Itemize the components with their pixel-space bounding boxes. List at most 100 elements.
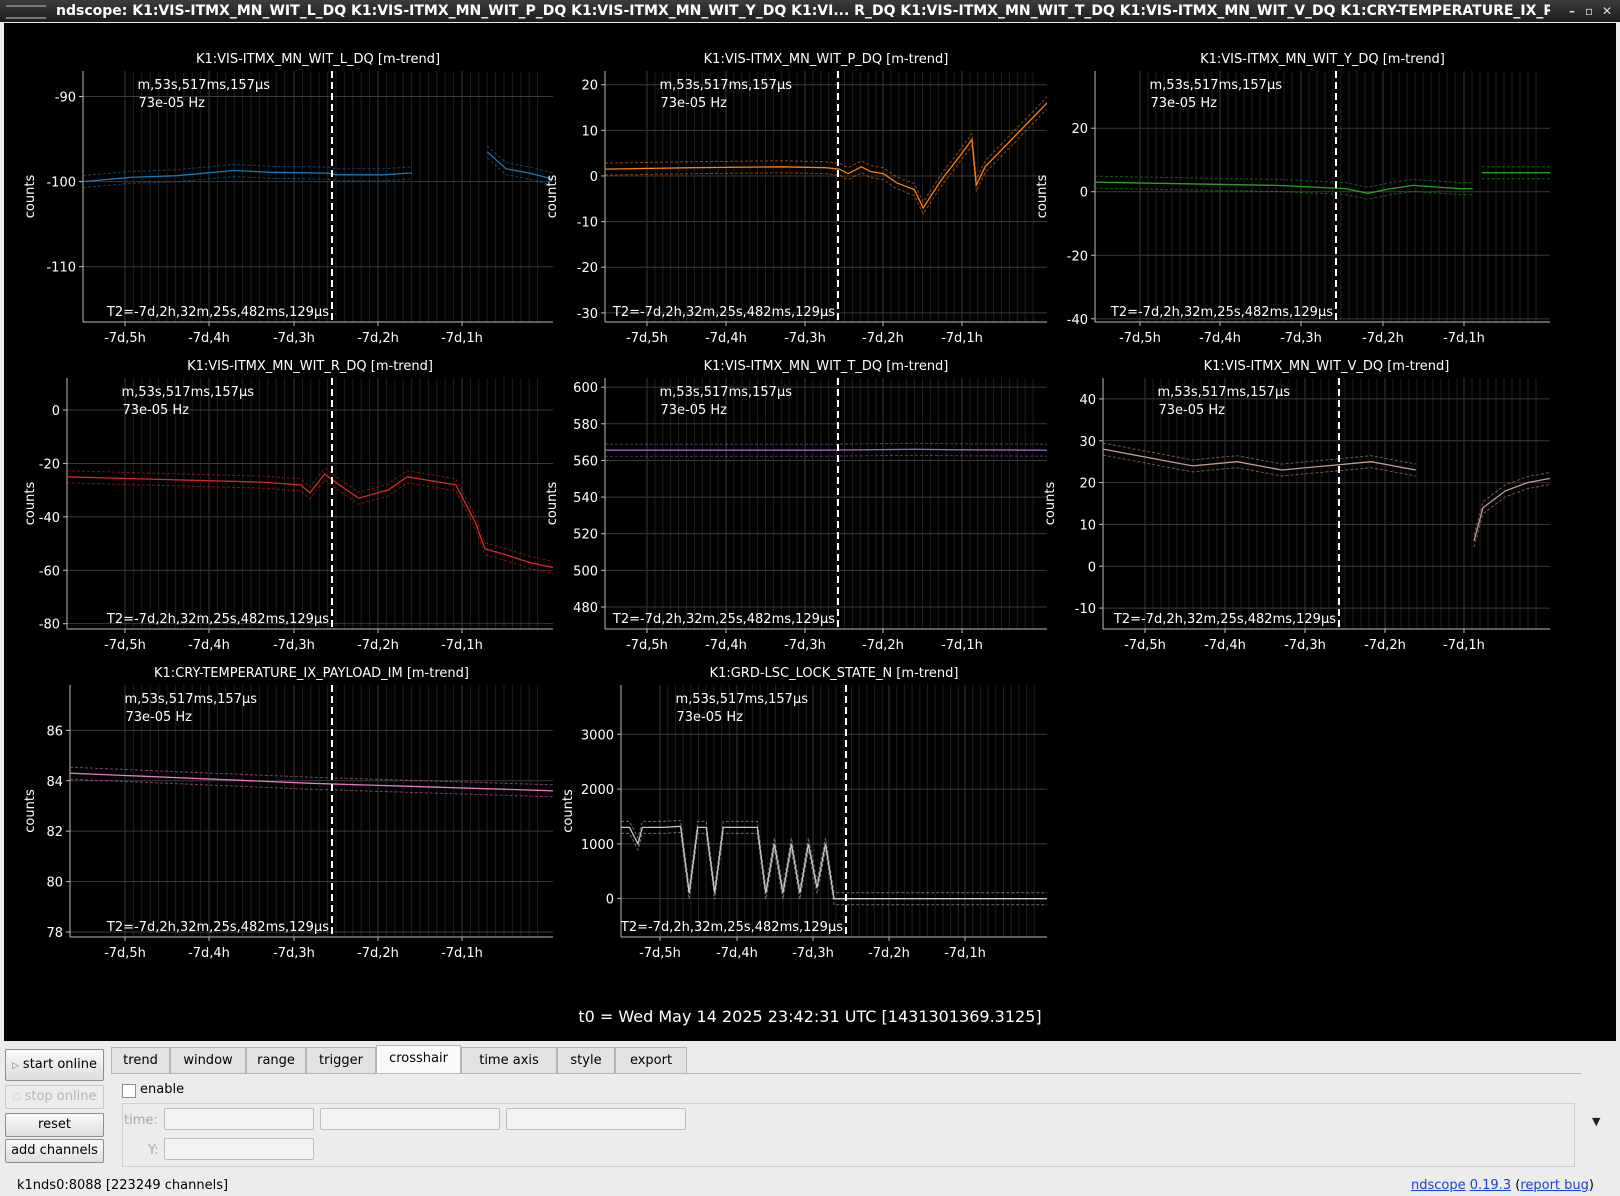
window-titlebar[interactable]: ndscope: K1:VIS-ITMX_MN_WIT_L_DQ K1:VIS-… — [0, 0, 1620, 22]
tab-trend[interactable]: trend — [111, 1047, 170, 1073]
version-link[interactable]: 0.19.3 — [1470, 1178, 1511, 1193]
plot-grid[interactable]: K1:VIS-ITMX_MN_WIT_L_DQ [m-trend]-90-100… — [4, 23, 1616, 1023]
x-tick-label: -7d,3h — [1284, 638, 1326, 653]
chevron-down-icon[interactable]: ▼ — [1592, 1115, 1600, 1128]
t2-label: T2=-7d,2h,32m,25s,482ms,129µs — [106, 612, 329, 627]
x-tick-label: -7d,1h — [1443, 331, 1485, 346]
t1-freq-label: 73e-05 Hz — [660, 96, 727, 111]
report-bug-link[interactable]: report bug — [1520, 1178, 1589, 1193]
y-tick-label: 0 — [1088, 560, 1096, 575]
tab-style[interactable]: style — [557, 1047, 615, 1073]
tab-export[interactable]: export — [615, 1047, 687, 1073]
close-icon[interactable]: ✕ — [1602, 0, 1612, 22]
series-max-line — [486, 145, 553, 174]
y-field[interactable] — [164, 1138, 314, 1160]
crosshair-labels: m,53s,517ms,157µs 73e-05 Hz — [125, 692, 258, 725]
add-channels-button[interactable]: add channels — [5, 1139, 104, 1163]
t0-label: t0 = Wed May 14 2025 23:42:31 UTC [14313… — [578, 1007, 1042, 1026]
plot-title: K1:VIS-ITMX_MN_WIT_T_DQ [m-trend] — [704, 359, 949, 374]
tab-window[interactable]: window — [170, 1047, 246, 1073]
stop-online-button[interactable]: ☐ stop online — [5, 1085, 104, 1109]
y-label: Y: — [148, 1143, 159, 1158]
t1-freq-label: 73e-05 Hz — [125, 710, 192, 725]
series-group — [621, 819, 1047, 906]
t2-label: T2=-7d,2h,32m,25s,482ms,129µs — [612, 612, 835, 627]
series-mean-line — [83, 169, 412, 183]
y-tick-label: -30 — [577, 307, 598, 322]
y-axis-label: counts — [545, 482, 560, 526]
y-tick-label: -20 — [39, 457, 60, 472]
tab-crosshair[interactable]: crosshair — [376, 1045, 461, 1074]
x-tick-label: -7d,1h — [441, 331, 483, 346]
plot-canvas[interactable]: K1:VIS-ITMX_MN_WIT_L_DQ [m-trend] -90 -100… — [4, 23, 1616, 1041]
crosshair-labels: m,53s,517ms,157µs 73e-05 Hz — [676, 692, 809, 725]
x-tick-label: -7d,5h — [104, 638, 146, 653]
x-tick-label: -7d,3h — [1280, 331, 1322, 346]
y-tick-label: 0 — [52, 404, 60, 419]
minimize-icon[interactable]: – — [1569, 0, 1575, 22]
y-tick-label: 3000 — [581, 728, 614, 743]
x-tick-label: -7d,2h — [1362, 331, 1404, 346]
x-tick-label: -7d,2h — [357, 946, 399, 961]
crosshair-fields: time: Y: — [122, 1103, 1575, 1167]
x-tick-label: -7d,4h — [1204, 638, 1246, 653]
t1-label: m,53s,517ms,157µs — [122, 385, 255, 400]
x-tick-label: -7d,5h — [626, 331, 668, 346]
plot-panel-4: K1:VIS-ITMX_MN_WIT_R_DQ [m-trend] 0 -20 -40… — [23, 359, 553, 653]
crosshair-labels: m,53s,517ms,157µs 73e-05 Hz — [138, 78, 271, 111]
tab-time-axis[interactable]: time axis — [461, 1047, 557, 1073]
x-tick-label: -7d,3h — [784, 331, 826, 346]
x-tick-label: -7d,1h — [1443, 638, 1485, 653]
time-field-1[interactable] — [164, 1108, 314, 1130]
tab-trigger[interactable]: trigger — [306, 1047, 376, 1073]
plot-panel-6: K1:VIS-ITMX_MN_WIT_V_DQ [m-trend] 40 30 20 1… — [1043, 359, 1550, 653]
y-axis-label: counts — [1043, 482, 1058, 526]
series-max-line — [67, 467, 553, 563]
plot-title: K1:CRY-TEMPERATURE_IX_PAYLOAD_IM [m-tren… — [154, 666, 469, 681]
y-tick-label: 2000 — [581, 783, 614, 798]
time-field-3[interactable] — [506, 1108, 686, 1130]
x-tick-label: -7d,5h — [1124, 638, 1166, 653]
t1-label: m,53s,517ms,157µs — [660, 385, 793, 400]
x-tick-label: -7d,2h — [357, 638, 399, 653]
y-tick-label: 520 — [573, 528, 598, 543]
y-tick-label: 40 — [1079, 393, 1096, 408]
x-tick-label: -7d,2h — [1364, 638, 1406, 653]
y-tick-label: -110 — [46, 261, 76, 276]
y-tick-label: 480 — [573, 601, 598, 616]
start-online-button[interactable]: ▷ start online — [5, 1049, 104, 1081]
x-tick-label: -7d,4h — [188, 946, 230, 961]
x-tick-label: -7d,2h — [862, 638, 904, 653]
y-axis-label: counts — [561, 789, 576, 833]
y-tick-label: 0 — [590, 170, 598, 185]
x-tick-label: -7d,4h — [1199, 331, 1241, 346]
time-field-2[interactable] — [320, 1108, 500, 1130]
reset-button[interactable]: reset — [5, 1113, 104, 1137]
tab-range[interactable]: range — [246, 1047, 306, 1073]
x-tick-label: -7d,1h — [441, 638, 483, 653]
window-title: ndscope: K1:VIS-ITMX_MN_WIT_L_DQ K1:VIS-… — [56, 3, 1550, 19]
x-tick-label: -7d,4h — [705, 331, 747, 346]
y-tick-label: -40 — [39, 511, 60, 526]
plot-title: K1:GRD-LSC_LOCK_STATE_N [m-trend] — [710, 666, 959, 681]
y-tick-label: -90 — [55, 91, 76, 106]
y-tick-label: -60 — [39, 564, 60, 579]
enable-checkbox[interactable] — [122, 1084, 136, 1098]
series-group — [1103, 442, 1550, 548]
t1-label: m,53s,517ms,157µs — [660, 78, 793, 93]
y-tick-label: -100 — [46, 176, 76, 191]
x-tick-label: -7d,5h — [104, 946, 146, 961]
t1-freq-label: 73e-05 Hz — [1158, 403, 1225, 418]
t2-label: T2=-7d,2h,32m,25s,482ms,129µs — [612, 305, 835, 320]
series-group — [1095, 166, 1550, 200]
series-min-line — [67, 479, 553, 575]
y-tick-label: 82 — [46, 825, 63, 840]
x-tick-label: -7d,3h — [784, 638, 826, 653]
enable-label: enable — [140, 1082, 185, 1097]
x-tick-label: -7d,2h — [862, 331, 904, 346]
y-tick-label: -10 — [577, 216, 598, 231]
y-tick-label: 20 — [1079, 477, 1096, 492]
maximize-icon[interactable]: ▫ — [1585, 0, 1593, 22]
ndscope-link[interactable]: ndscope — [1411, 1178, 1466, 1193]
window-menu-icon[interactable] — [6, 5, 46, 19]
